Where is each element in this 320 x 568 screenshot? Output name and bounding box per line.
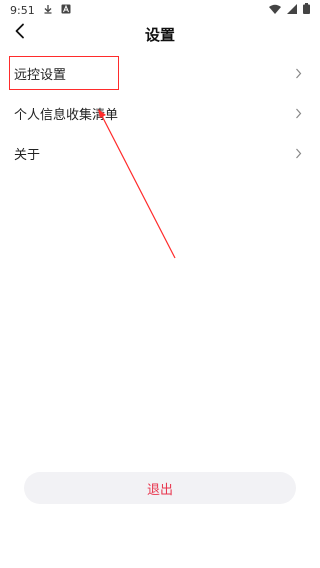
signal-icon xyxy=(287,3,297,17)
annotation-highlight-box xyxy=(9,56,119,90)
menu-item-label: 关于 xyxy=(14,147,41,163)
menu-item-personal-info-list[interactable]: 个人信息收集清单 xyxy=(0,95,320,131)
app-header: 设置 xyxy=(0,20,320,46)
status-bar: 9:51 xyxy=(0,0,320,20)
menu-item-label: 个人信息收集清单 xyxy=(14,107,119,123)
logout-button[interactable]: 退出 xyxy=(24,472,296,504)
chevron-right-icon xyxy=(292,67,304,79)
menu-item-about[interactable]: 关于 xyxy=(0,135,320,171)
download-icon xyxy=(43,4,53,17)
status-time: 9:51 xyxy=(10,3,35,17)
chevron-right-icon xyxy=(292,107,304,119)
wifi-icon xyxy=(269,4,281,17)
chevron-right-icon xyxy=(292,147,304,159)
page-title: 设置 xyxy=(144,26,175,44)
a-icon xyxy=(61,4,71,17)
battery-icon xyxy=(303,3,310,17)
